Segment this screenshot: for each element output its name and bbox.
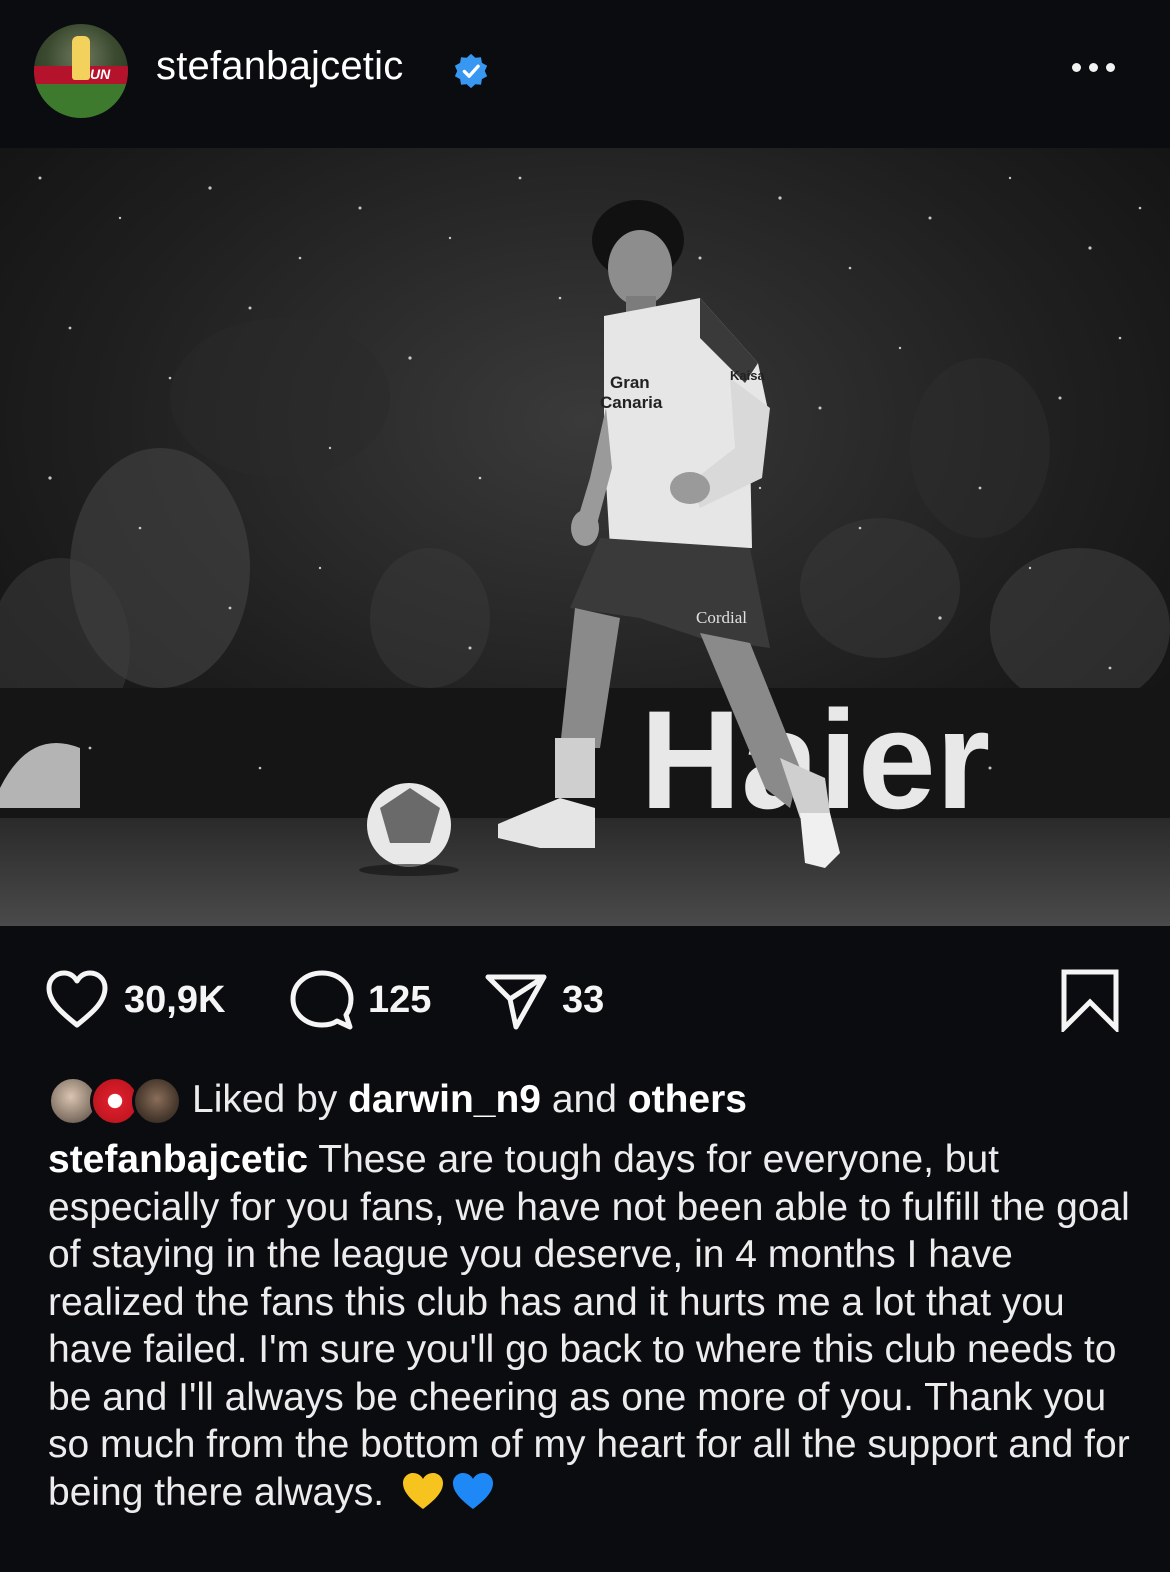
liked-by-prefix: Liked by: [192, 1078, 338, 1121]
liked-by-text: Liked by darwin_n9 and others: [192, 1078, 747, 1122]
bookmark-outline-icon[interactable]: [1060, 968, 1120, 1032]
shorts-sponsor: Cordial: [696, 608, 747, 627]
liker-avatars: [48, 1074, 188, 1128]
yellow-heart-icon: [402, 1472, 443, 1509]
like-button[interactable]: 30,9K: [44, 960, 225, 1040]
paper-plane-icon: [485, 974, 547, 1030]
liked-by-middle: and: [551, 1078, 617, 1121]
more-options-icon[interactable]: [1072, 52, 1128, 82]
post-caption: stefanbajcetic These are tough days for …: [48, 1136, 1138, 1516]
liked-by-row[interactable]: Liked by darwin_n9 and others: [48, 1068, 1148, 1132]
avatar[interactable]: UN: [34, 24, 128, 118]
post-header: UN stefanbajcetic: [0, 0, 1170, 148]
shares-count: 33: [562, 978, 605, 1021]
verified-badge-icon: [454, 53, 488, 89]
comments-count: 125: [368, 978, 432, 1021]
avatar-band-text: UN: [90, 66, 111, 82]
liker-avatar-3: [132, 1076, 182, 1126]
shirt-sponsor-2: Canaria: [600, 393, 663, 412]
liked-by-others[interactable]: others: [628, 1078, 747, 1121]
caption-text: These are tough days for everyone, but e…: [48, 1138, 1130, 1514]
post-image[interactable]: Haier Gran Canaria Kaisa Cordial: [0, 148, 1170, 926]
heart-outline-icon: [46, 970, 108, 1028]
avatar-player: [72, 36, 90, 80]
liked-by-user[interactable]: darwin_n9: [348, 1078, 541, 1121]
username[interactable]: stefanbajcetic: [156, 44, 403, 89]
share-button[interactable]: 33: [484, 960, 604, 1040]
comment-button[interactable]: 125: [290, 960, 431, 1040]
action-bar: 30,9K 125 33: [0, 960, 1170, 1040]
likes-count: 30,9K: [124, 978, 226, 1021]
comment-bubble-icon: [290, 970, 354, 1030]
post-photo: Haier Gran Canaria Kaisa Cordial: [0, 148, 1170, 926]
shirt-sponsor-1: Gran: [610, 373, 650, 392]
blue-heart-icon: [452, 1472, 493, 1509]
caption-username[interactable]: stefanbajcetic: [48, 1138, 308, 1181]
avatar-pitch: [34, 80, 128, 118]
sleeve-text: Kaisa: [730, 368, 765, 383]
